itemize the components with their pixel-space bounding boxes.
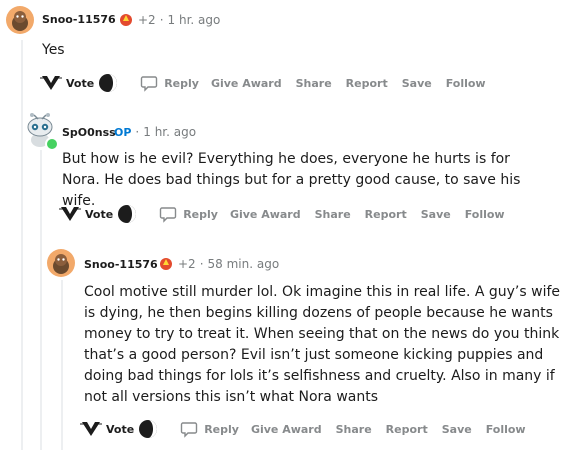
vote-control: Vote [59,204,137,224]
username[interactable]: Snoo-11576 [42,13,116,26]
vote-label: Vote [66,76,95,90]
comment-meta: OP · 1 hr. ago [114,125,196,139]
avatar[interactable] [47,249,75,277]
reply-button[interactable]: Reply [140,74,199,92]
timestamp[interactable]: 1 hr. ago [143,125,196,139]
reply-icon [159,207,177,223]
comment-body: Cool motive still murder lol. Ok imagine… [84,284,561,405]
comment-body: But how is he evil? Everything he does, … [62,151,521,209]
downvote-icon[interactable] [98,73,118,93]
reply-button[interactable]: Reply [180,420,239,438]
timestamp[interactable]: 58 min. ago [208,257,280,271]
report-button[interactable]: Report [386,423,428,436]
reply-button[interactable]: Reply [159,205,218,223]
comment-meta: +2 · 1 hr. ago [118,12,220,28]
vote-control: Vote [80,419,158,439]
thread-line[interactable] [21,40,23,450]
save-button[interactable]: Save [402,77,432,90]
timestamp[interactable]: 1 hr. ago [168,13,221,27]
vote-control: Vote [40,73,118,93]
award-count: +2 [178,257,196,271]
give-award-button[interactable]: Give Award [251,423,322,436]
thread-line[interactable] [40,150,42,450]
separator: · [135,125,140,139]
separator: · [199,257,204,271]
comment-actions: Vote Reply Give Award Share Report Save … [80,419,540,439]
follow-button[interactable]: Follow [446,77,486,90]
give-award-button[interactable]: Give Award [211,77,282,90]
award-icon[interactable] [158,256,174,272]
save-button[interactable]: Save [442,423,472,436]
share-button[interactable]: Share [336,423,372,436]
award-count: +2 [138,13,156,27]
avatar[interactable] [6,6,34,34]
follow-button[interactable]: Follow [465,208,505,221]
username[interactable]: SpO0nss [62,126,116,139]
op-badge: OP [114,125,132,139]
online-status-dot [45,137,59,151]
comment-meta: +2 · 58 min. ago [158,256,279,272]
upvote-icon[interactable] [40,74,62,92]
separator: · [159,13,164,27]
share-button[interactable]: Share [296,77,332,90]
reply-label: Reply [204,422,239,436]
reply-label: Reply [164,76,199,90]
downvote-icon[interactable] [138,419,158,439]
comment-actions: Vote Reply Give Award Share Report Save … [59,204,519,224]
thread-line[interactable] [61,280,63,450]
username[interactable]: Snoo-11576 [84,258,158,271]
share-button[interactable]: Share [315,208,351,221]
vote-label: Vote [106,422,135,436]
reply-icon [180,422,198,438]
vote-label: Vote [85,207,114,221]
comment-body: Yes [42,42,65,58]
report-button[interactable]: Report [365,208,407,221]
report-button[interactable]: Report [346,77,388,90]
upvote-icon[interactable] [80,420,102,438]
upvote-icon[interactable] [59,205,81,223]
award-icon[interactable] [118,12,134,28]
comment-actions: Vote Reply Give Award Share Report Save … [40,73,500,93]
reply-icon [140,76,158,92]
save-button[interactable]: Save [421,208,451,221]
follow-button[interactable]: Follow [486,423,526,436]
reply-label: Reply [183,207,218,221]
downvote-icon[interactable] [117,204,137,224]
give-award-button[interactable]: Give Award [230,208,301,221]
